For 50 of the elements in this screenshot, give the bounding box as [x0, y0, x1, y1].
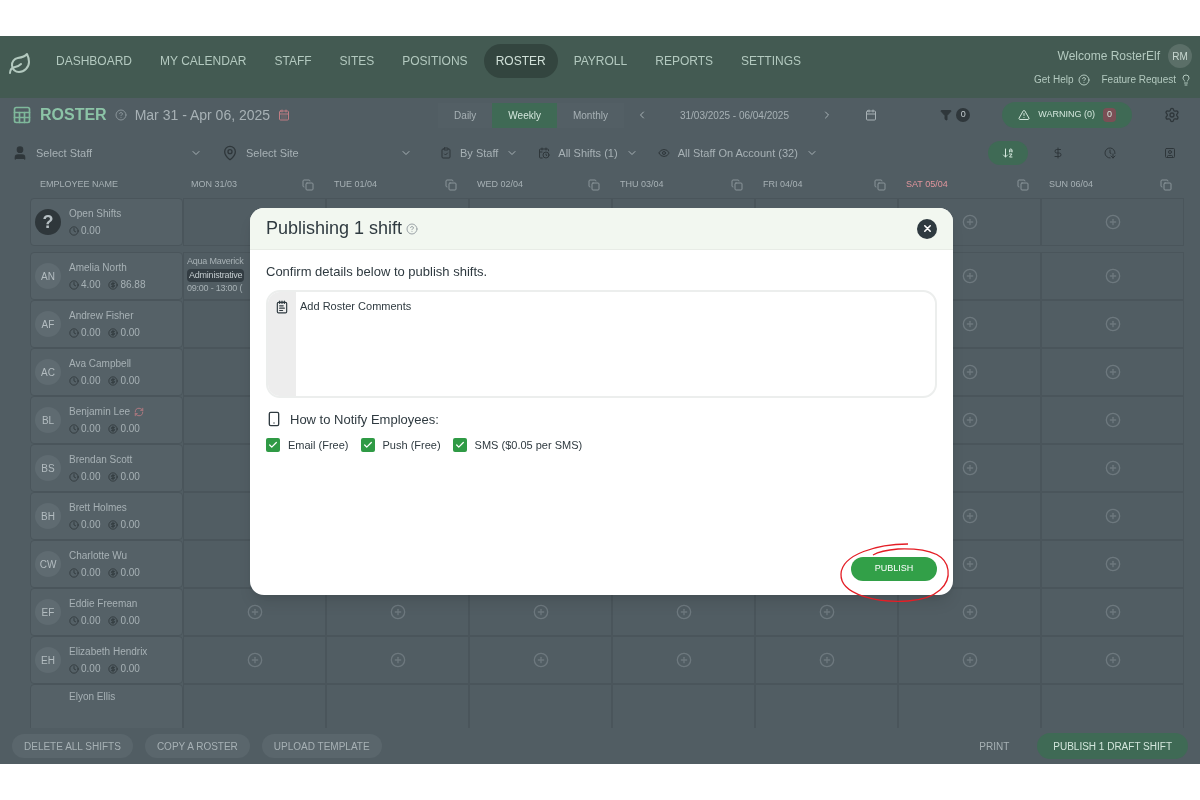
filter-count: 0: [956, 108, 971, 122]
checkbox-label: Push (Free): [382, 438, 441, 453]
avatar: AF: [35, 311, 61, 337]
pay-value: 0.00: [120, 422, 140, 436]
checkbox-label: Email (Free): [288, 438, 349, 453]
date-range: Mar 31 - Apr 06, 2025: [134, 105, 271, 125]
pay-value: 0.00: [120, 614, 140, 628]
shift-site: Aqua Maverick: [187, 255, 244, 268]
day-header: THU 03/04: [620, 178, 664, 192]
avatar: EF: [35, 599, 61, 625]
avatar: BL: [35, 407, 61, 433]
intro-text: Confirm details below to publish shifts.: [266, 263, 489, 281]
notify-label: How to Notify Employees:: [290, 410, 439, 429]
day-header: WED 02/04: [477, 178, 524, 192]
pay-value: 0.00: [120, 566, 140, 580]
hours-value: 0.00: [81, 422, 101, 436]
day-header: SAT 05/04: [906, 178, 948, 192]
pay-value: 0.00: [120, 326, 140, 340]
day-header: SUN 06/04: [1049, 178, 1094, 192]
pay-value: 0.00: [120, 662, 140, 676]
avatar: EH: [35, 647, 61, 673]
pay-value: 0.00: [120, 374, 140, 388]
pay-value: 86.88: [120, 278, 146, 292]
avatar: AN: [35, 263, 61, 289]
day-header: TUE 01/04: [334, 178, 378, 192]
day-header: FRI 04/04: [763, 178, 803, 192]
avatar: AC: [35, 359, 61, 385]
position-tag: Administrative: [187, 268, 245, 282]
welcome-text: Welcome RosterElf: [1057, 48, 1160, 65]
avatar: CW: [35, 551, 61, 577]
hours-value: 0.00: [81, 518, 101, 532]
checkbox-label: SMS ($0.05 per SMS): [474, 438, 583, 453]
hours-value: 0.00: [81, 470, 101, 484]
avatar: BH: [35, 503, 61, 529]
day-header: MON 31/03: [191, 178, 238, 192]
shift-time: 09:00 - 13:00 (: [187, 282, 243, 295]
hours-value: 0.00: [81, 374, 101, 388]
column-header: EMPLOYEE NAME: [39, 178, 120, 192]
pay-value: 0.00: [120, 518, 140, 532]
hours-value: 0.00: [81, 326, 101, 340]
hours-value: 0.00: [81, 614, 101, 628]
question-avatar: ?: [35, 209, 61, 235]
hours-value: 0.00: [81, 662, 101, 676]
hours-value: 0.00: [81, 224, 101, 238]
hours-value: 4.00: [81, 278, 101, 292]
avatar: BS: [35, 455, 61, 481]
roster-title: ROSTER: [40, 105, 107, 125]
pay-value: 0.00: [120, 470, 140, 484]
dialog-title: Publishing 1 shift: [266, 217, 403, 240]
hours-value: 0.00: [81, 566, 101, 580]
